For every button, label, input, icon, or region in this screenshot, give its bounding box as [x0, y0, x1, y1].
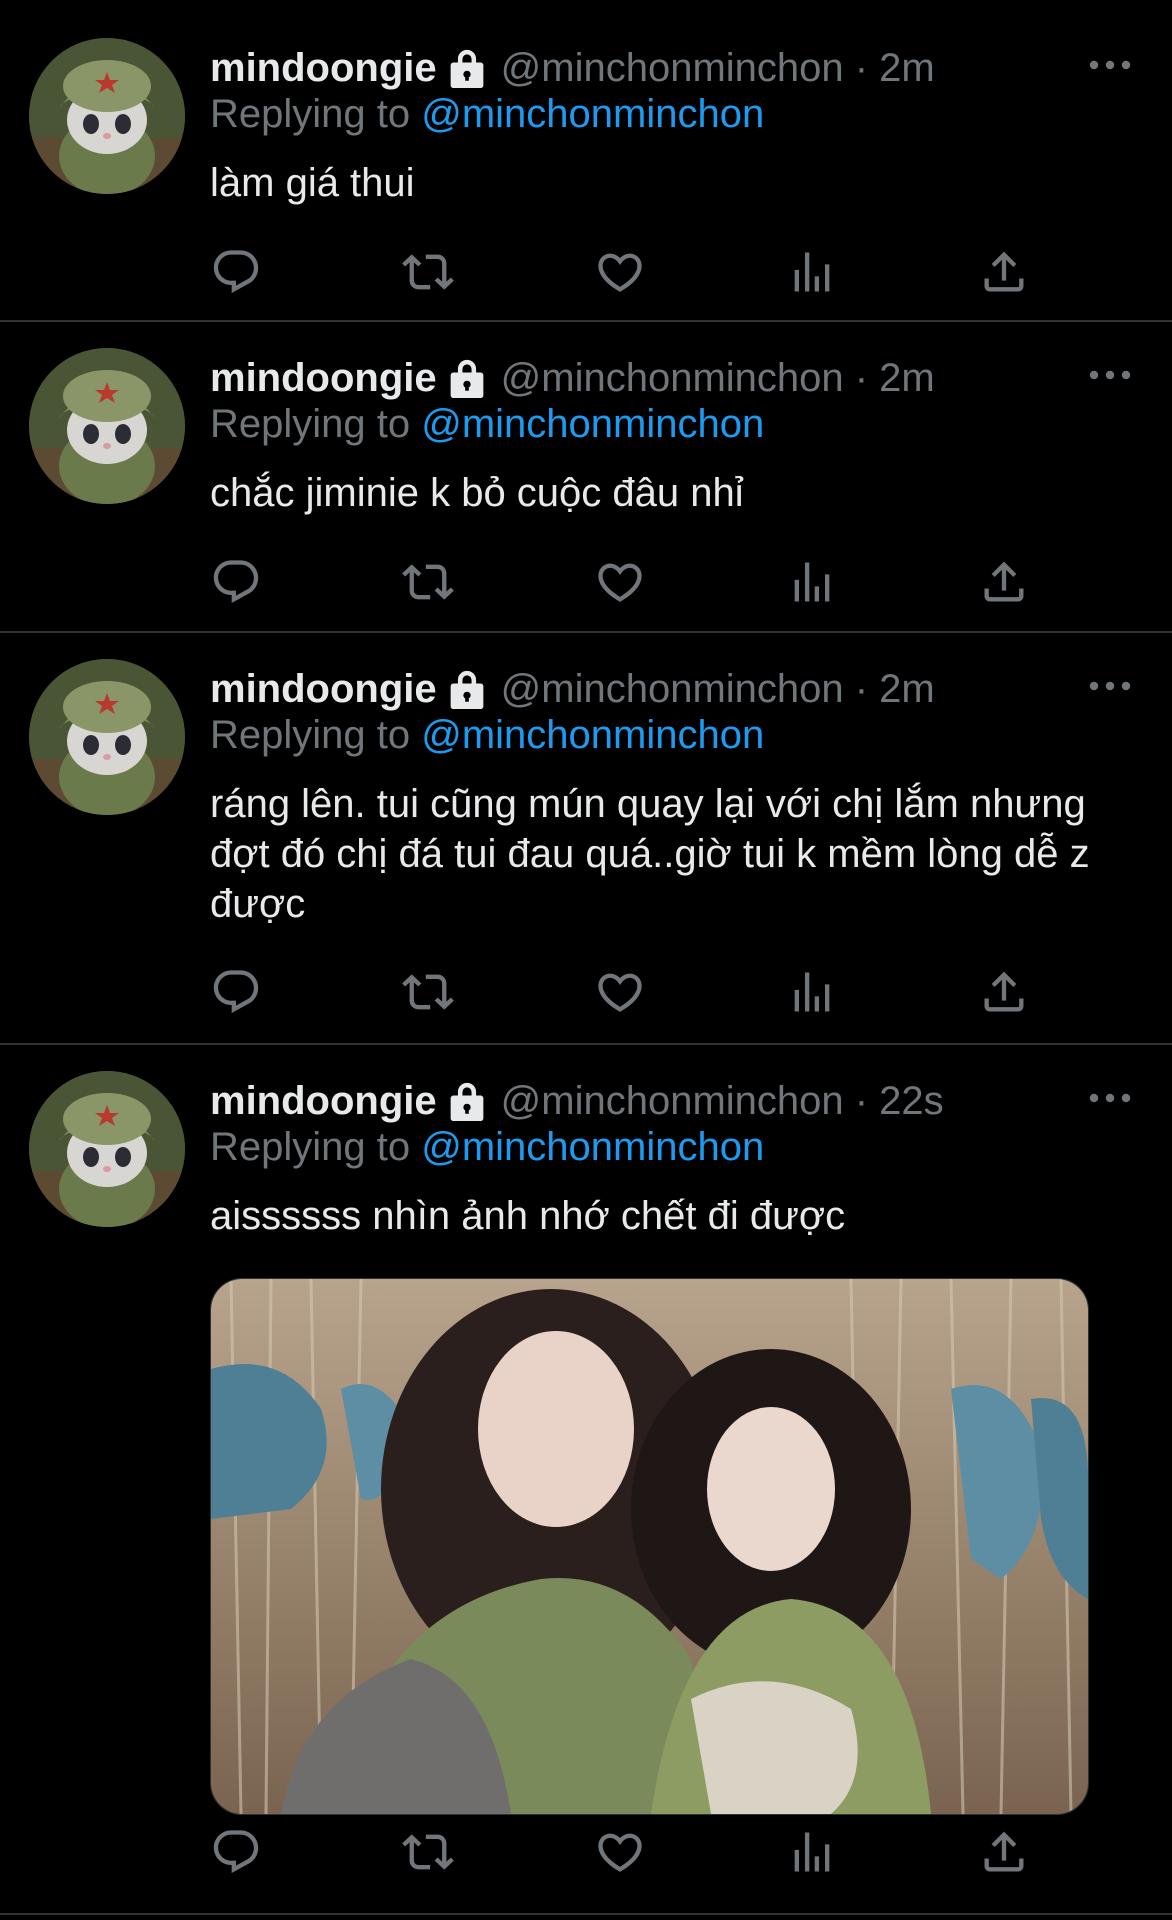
- more-icon[interactable]: [1088, 676, 1132, 696]
- lock-icon: [447, 667, 487, 711]
- display-name[interactable]: mindoongie: [210, 667, 437, 712]
- tweet-photo[interactable]: [210, 1278, 1089, 1815]
- avatar[interactable]: [29, 348, 185, 504]
- handle-time[interactable]: @minchonminchon · 2m: [501, 356, 935, 401]
- mention-link[interactable]: @minchonminchon: [421, 713, 764, 757]
- replying-to: Replying to @minchonminchon: [210, 713, 765, 757]
- tweet[interactable]: mindoongie @minchonminchon · 22s Replyin…: [0, 1045, 1172, 1920]
- heart-icon[interactable]: [594, 966, 646, 1018]
- reply-icon[interactable]: [210, 966, 262, 1018]
- tweet[interactable]: mindoongie @minchonminchon · 2m Replying…: [0, 633, 1172, 1043]
- replying-to: Replying to @minchonminchon: [210, 92, 765, 136]
- reply-icon[interactable]: [210, 556, 262, 608]
- reply-icon[interactable]: [210, 246, 262, 298]
- views-icon[interactable]: [786, 246, 838, 298]
- views-icon[interactable]: [786, 1826, 838, 1878]
- display-name[interactable]: mindoongie: [210, 46, 437, 91]
- views-icon[interactable]: [786, 966, 838, 1018]
- share-icon[interactable]: [978, 966, 1030, 1018]
- avatar[interactable]: [29, 1071, 185, 1227]
- avatar[interactable]: [29, 659, 185, 815]
- divider: [0, 1913, 1172, 1915]
- more-icon[interactable]: [1088, 365, 1132, 385]
- mention-link[interactable]: @minchonminchon: [421, 1125, 764, 1169]
- lock-icon: [447, 356, 487, 400]
- heart-icon[interactable]: [594, 246, 646, 298]
- retweet-icon[interactable]: [402, 556, 454, 608]
- tweet-text: aissssss nhìn ảnh nhớ chết đi được: [210, 1194, 846, 1238]
- tweet[interactable]: mindoongie @minchonminchon · 2m Replying…: [0, 322, 1172, 632]
- display-name[interactable]: mindoongie: [210, 1079, 437, 1124]
- replying-to: Replying to @minchonminchon: [210, 402, 765, 446]
- views-icon[interactable]: [786, 556, 838, 608]
- handle-time[interactable]: @minchonminchon · 2m: [501, 46, 935, 91]
- reply-icon[interactable]: [210, 1826, 262, 1878]
- share-icon[interactable]: [978, 1826, 1030, 1878]
- mention-link[interactable]: @minchonminchon: [421, 402, 764, 446]
- replying-to: Replying to @minchonminchon: [210, 1125, 765, 1169]
- handle-time[interactable]: @minchonminchon · 22s: [501, 1079, 944, 1124]
- heart-icon[interactable]: [594, 1826, 646, 1878]
- tweet[interactable]: mindoongie @minchonminchon · 2m Replying…: [0, 0, 1172, 322]
- mention-link[interactable]: @minchonminchon: [421, 92, 764, 136]
- lock-icon: [447, 1079, 487, 1123]
- display-name[interactable]: mindoongie: [210, 356, 437, 401]
- share-icon[interactable]: [978, 246, 1030, 298]
- handle-time[interactable]: @minchonminchon · 2m: [501, 667, 935, 712]
- tweet-text: làm giá thui: [210, 161, 415, 205]
- retweet-icon[interactable]: [402, 966, 454, 1018]
- retweet-icon[interactable]: [402, 1826, 454, 1878]
- photo-image: [211, 1279, 1088, 1814]
- share-icon[interactable]: [978, 556, 1030, 608]
- tweet-text: chắc jiminie k bỏ cuộc đâu nhỉ: [210, 471, 744, 515]
- tweet-text: ráng lên. tui cũng mún quay lại với chị …: [210, 782, 1090, 926]
- avatar[interactable]: [29, 38, 185, 194]
- more-icon[interactable]: [1088, 1088, 1132, 1108]
- lock-icon: [447, 46, 487, 90]
- more-icon[interactable]: [1088, 55, 1132, 75]
- retweet-icon[interactable]: [402, 246, 454, 298]
- heart-icon[interactable]: [594, 556, 646, 608]
